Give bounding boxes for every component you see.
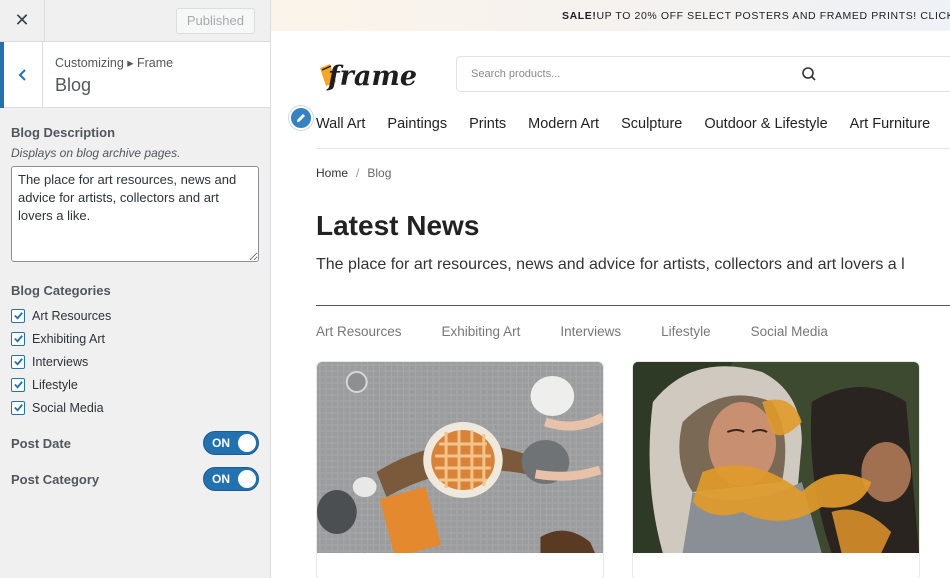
breadcrumb-home[interactable]: Home <box>316 166 348 180</box>
search-input[interactable]: Search products... <box>456 56 950 92</box>
breadcrumb-separator: / <box>356 166 360 180</box>
section-title: Blog <box>55 75 92 95</box>
nav-item-outdoor-lifestyle[interactable]: Outdoor & Lifestyle <box>704 116 827 132</box>
checkmark-icon <box>13 381 23 389</box>
category-link-art-resources[interactable]: Art Resources <box>316 324 402 339</box>
published-button[interactable]: Published <box>175 7 255 34</box>
category-link-lifestyle[interactable]: Lifestyle <box>661 324 711 339</box>
post-date-row: Post Date ON <box>11 425 259 461</box>
svg-text:frame: frame <box>326 61 417 92</box>
pencil-icon <box>297 114 305 122</box>
section-header: Customizing ▸ Frame Blog <box>0 42 270 108</box>
blog-description-hint: Displays on blog archive pages. <box>11 146 181 160</box>
blog-description-field[interactable]: The place for art resources, news and ad… <box>11 166 259 262</box>
back-button[interactable] <box>0 42 43 108</box>
blog-categories-title: Blog Categories <box>11 283 111 298</box>
category-label: Exhibiting Art <box>32 331 105 346</box>
customizer-header: ✕ Published <box>0 0 270 42</box>
category-link-exhibiting-art[interactable]: Exhibiting Art <box>442 324 521 339</box>
frame-logo[interactable]: frame <box>316 58 426 94</box>
checkmark-icon <box>13 404 23 412</box>
toggle-knob <box>238 470 256 488</box>
category-label: Interviews <box>32 354 89 369</box>
main-navigation: Wall Art Paintings Prints Modern Art Scu… <box>316 116 930 132</box>
nav-divider <box>316 148 950 149</box>
post-date-label: Post Date <box>11 435 71 451</box>
post-date-toggle[interactable]: ON <box>203 431 259 455</box>
checkbox[interactable] <box>11 308 25 323</box>
close-icon[interactable]: ✕ <box>0 0 45 42</box>
category-checkbox-item[interactable]: Lifestyle <box>11 373 259 396</box>
category-checkbox-item[interactable]: Interviews <box>11 350 259 373</box>
checkbox[interactable] <box>11 377 25 392</box>
announcement-bar[interactable]: SALE! UP TO 20% OFF SELECT POSTERS AND F… <box>271 0 950 31</box>
nav-item-art-furniture[interactable]: Art Furniture <box>850 116 931 132</box>
post-image[interactable] <box>317 362 603 558</box>
edit-shortcut-icon[interactable] <box>289 106 313 130</box>
announcement-bold: SALE! <box>562 9 597 22</box>
checkbox[interactable] <box>11 331 25 346</box>
site-preview: SALE! UP TO 20% OFF SELECT POSTERS AND F… <box>271 0 950 578</box>
nav-item-prints[interactable]: Prints <box>469 116 506 132</box>
category-checkbox-item[interactable]: Social Media <box>11 396 259 419</box>
post-card[interactable] <box>316 361 604 578</box>
post-image[interactable] <box>633 362 919 553</box>
announcement-text: UP TO 20% OFF SELECT POSTERS AND FRAMED … <box>596 9 950 22</box>
customizer-panel: ✕ Published Customizing ▸ Frame Blog Blo… <box>0 0 271 578</box>
nav-item-paintings[interactable]: Paintings <box>387 116 447 132</box>
checkmark-icon <box>13 312 23 320</box>
category-label: Art Resources <box>32 308 112 323</box>
customizer-breadcrumb: Customizing ▸ Frame <box>55 56 174 70</box>
category-checkbox-item[interactable]: Exhibiting Art <box>11 327 259 350</box>
category-label: Social Media <box>32 400 104 415</box>
toggle-knob <box>238 434 256 452</box>
category-filter: Art Resources Exhibiting Art Interviews … <box>316 324 828 339</box>
controls: Blog Description Displays on blog archiv… <box>0 108 270 497</box>
nav-item-sculpture[interactable]: Sculpture <box>621 116 682 132</box>
search-icon[interactable] <box>801 66 817 82</box>
checkmark-icon <box>13 335 23 343</box>
post-category-toggle[interactable]: ON <box>203 467 259 491</box>
breadcrumb-current: Blog <box>367 166 392 180</box>
page-title: Latest News <box>316 210 480 241</box>
category-link-interviews[interactable]: Interviews <box>560 324 621 339</box>
content-divider <box>316 305 950 306</box>
post-category-row: Post Category ON <box>11 461 259 497</box>
post-category-label: Post Category <box>11 471 100 487</box>
nav-item-wall-art[interactable]: Wall Art <box>316 116 365 132</box>
chevron-left-icon <box>18 69 26 81</box>
checkmark-icon <box>13 358 23 366</box>
post-card[interactable] <box>632 361 920 578</box>
category-link-social-media[interactable]: Social Media <box>751 324 828 339</box>
breadcrumb: Home / Blog <box>316 166 391 180</box>
toggle-state: ON <box>212 472 230 486</box>
toggle-state: ON <box>212 436 230 450</box>
nav-item-modern-art[interactable]: Modern Art <box>528 116 599 132</box>
checkbox[interactable] <box>11 354 25 369</box>
blog-description-title: Blog Description <box>11 125 116 140</box>
category-label: Lifestyle <box>32 377 78 392</box>
site-header: frame Search products... <box>316 56 950 94</box>
blog-categories-list: Art Resources Exhibiting Art Interviews … <box>11 304 259 419</box>
category-checkbox-item[interactable]: Art Resources <box>11 304 259 327</box>
page-description: The place for art resources, news and ad… <box>316 256 905 273</box>
checkbox[interactable] <box>11 400 25 415</box>
